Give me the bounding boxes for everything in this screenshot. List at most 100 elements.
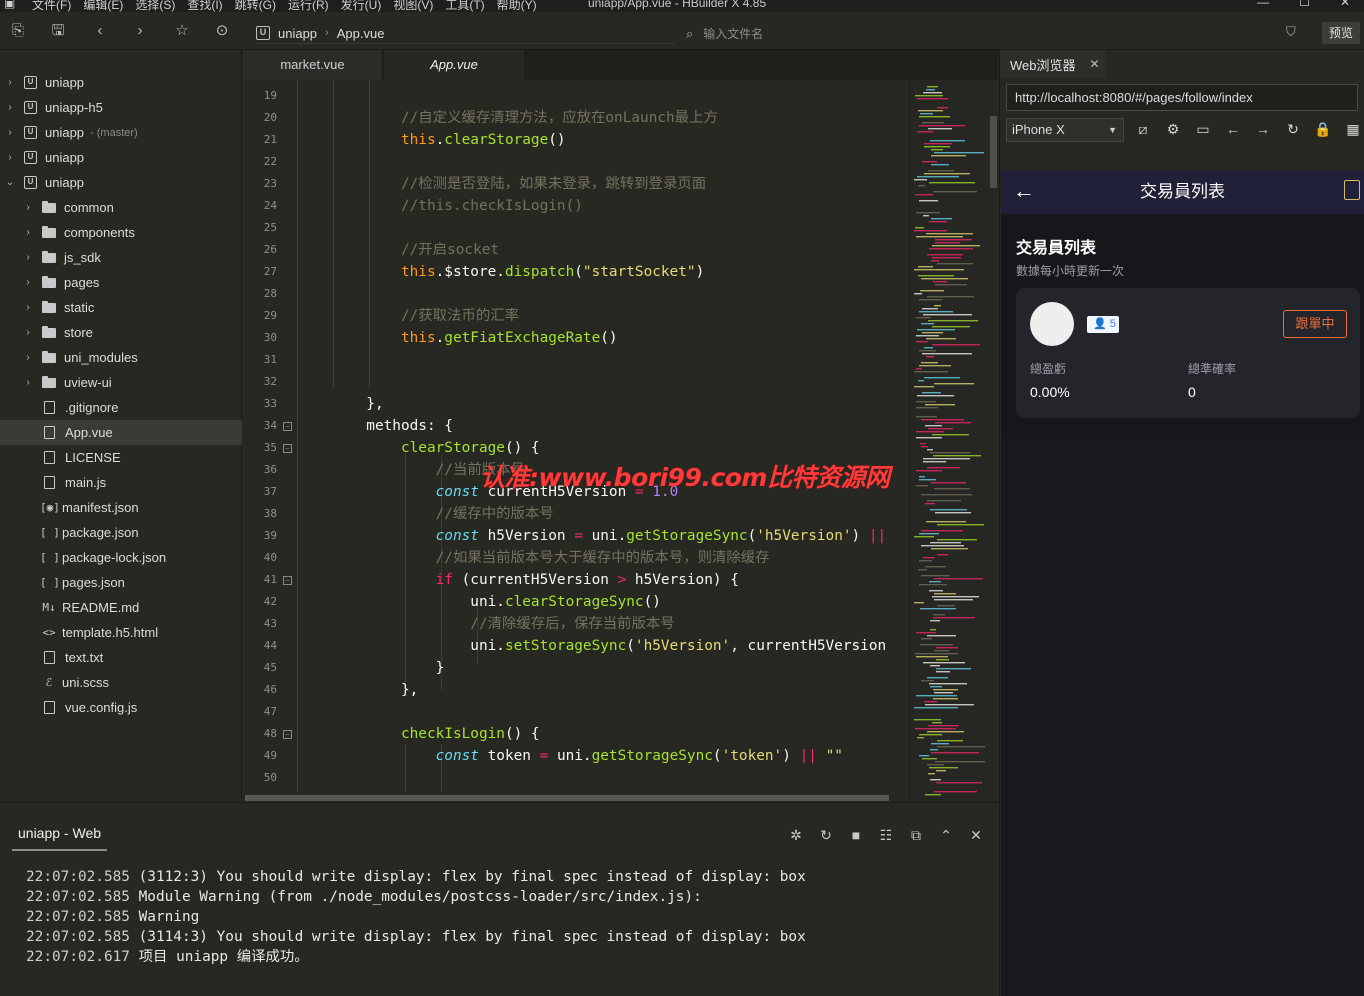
menu-run[interactable]: 运行(R)	[288, 0, 329, 12]
tree-item[interactable]: [◉] manifest.json	[0, 495, 242, 520]
breadcrumb-file[interactable]: App.vue	[337, 26, 385, 41]
chevron-right-icon[interactable]: ›	[22, 302, 34, 313]
close-icon[interactable]: ✕	[1090, 57, 1100, 71]
close-window-icon[interactable]: ✕	[1340, 0, 1350, 9]
chevron-right-icon[interactable]: ›	[22, 227, 34, 238]
tree-item[interactable]: vue.config.js	[0, 695, 242, 720]
console-icon[interactable]: ▭	[1194, 120, 1212, 138]
open-external-icon[interactable]: ⧉	[908, 827, 924, 844]
filter-log-icon[interactable]: ☷	[878, 827, 894, 844]
menu-file[interactable]: 文件(F)	[32, 0, 71, 12]
console-tab[interactable]: uniapp - Web	[12, 825, 108, 851]
collapse-icon[interactable]: ⌃	[938, 827, 954, 844]
tree-item[interactable]: › js_sdk	[0, 245, 242, 270]
chevron-right-icon[interactable]: ›	[4, 152, 16, 163]
star-icon[interactable]: ☆	[172, 21, 192, 41]
menu-goto[interactable]: 跳转(G)	[235, 0, 276, 12]
restart-icon[interactable]: ↻	[818, 827, 834, 844]
trader-card[interactable]: 👤 5 跟單中 總盈虧 總準確率 0.00% 0	[1016, 288, 1360, 418]
tree-item[interactable]: › common	[0, 195, 242, 220]
scrollbar-thumb[interactable]	[990, 116, 997, 188]
tree-item[interactable]: App.vue	[0, 420, 242, 445]
menu-tools[interactable]: 工具(T)	[445, 0, 484, 12]
file-search-input[interactable]	[703, 27, 1004, 41]
tree-item[interactable]: [ ] package-lock.json	[0, 545, 242, 570]
breadcrumb-project[interactable]: uniapp	[278, 26, 317, 41]
minimap-line	[930, 542, 961, 544]
follow-button[interactable]: 跟單中	[1283, 310, 1347, 338]
tab-app-vue[interactable]: App.vue	[384, 50, 524, 80]
minimap[interactable]	[909, 80, 989, 802]
menu-edit[interactable]: 编辑(E)	[83, 0, 123, 12]
tree-item[interactable]: text.txt	[0, 645, 242, 670]
chevron-right-icon[interactable]: ›	[4, 77, 16, 88]
grid-icon[interactable]: ▦	[1344, 120, 1362, 138]
tree-item[interactable]: [ ] pages.json	[0, 570, 242, 595]
forward-icon[interactable]: →	[1254, 120, 1272, 138]
fold-toggle-icon[interactable]: −	[283, 730, 292, 739]
tree-item[interactable]: › static	[0, 295, 242, 320]
chevron-right-icon[interactable]: ›	[4, 127, 16, 138]
stop-icon[interactable]: ■	[848, 827, 864, 844]
tree-item[interactable]: › Uuniapp - (master)	[0, 120, 242, 145]
browser-tab[interactable]: Web浏览器 ✕	[1000, 50, 1106, 78]
run-icon[interactable]: ⊙	[212, 21, 232, 41]
clear-icon[interactable]: ✕	[968, 827, 984, 844]
menu-publish[interactable]: 发行(U)	[341, 0, 382, 12]
chevron-right-icon[interactable]: ›	[22, 377, 34, 388]
url-input[interactable]: http://localhost:8080/#/pages/follow/ind…	[1006, 84, 1358, 111]
tree-item[interactable]: › uni_modules	[0, 345, 242, 370]
tree-item[interactable]: › store	[0, 320, 242, 345]
back-icon[interactable]: ←	[1224, 120, 1242, 138]
tree-item[interactable]: ℰuni.scss	[0, 670, 242, 695]
tree-item[interactable]: › pages	[0, 270, 242, 295]
tree-item[interactable]: › uview-ui	[0, 370, 242, 395]
fold-toggle-icon[interactable]: −	[283, 422, 292, 431]
chevron-right-icon[interactable]: ›	[22, 252, 34, 263]
fold-toggle-icon[interactable]: −	[283, 444, 292, 453]
chevron-right-icon[interactable]: ›	[4, 102, 16, 113]
minimize-icon[interactable]: —	[1257, 0, 1269, 9]
chevron-right-icon[interactable]: ›	[22, 327, 34, 338]
lock-icon[interactable]: 🔒	[1314, 120, 1332, 138]
forward-icon[interactable]: ›	[130, 21, 150, 41]
menu-select[interactable]: 选择(S)	[135, 0, 175, 12]
menu-help[interactable]: 帮助(Y)	[497, 0, 537, 12]
tree-item[interactable]: › Uuniapp	[0, 70, 242, 95]
maximize-icon[interactable]: ☐	[1299, 0, 1310, 9]
scrollbar-thumb[interactable]	[245, 795, 889, 801]
horizontal-scrollbar[interactable]	[243, 792, 909, 802]
menu-view[interactable]: 视图(V)	[393, 0, 433, 12]
device-select[interactable]: iPhone X ▼	[1006, 118, 1124, 142]
tree-item[interactable]: › Uuniapp	[0, 145, 242, 170]
save-icon[interactable]: 🖫	[48, 21, 68, 41]
filter-icon[interactable]: ⛉	[1286, 24, 1296, 40]
code-editor[interactable]: 19 20 21 22 23 24 25 26 27 28 29 30 31 32 33 34−35−36 37…	[243, 80, 909, 792]
chevron-right-icon[interactable]: ›	[22, 277, 34, 288]
tree-item[interactable]: main.js	[0, 470, 242, 495]
fold-toggle-icon[interactable]: −	[283, 576, 292, 585]
tree-item[interactable]: <> template.h5.html	[0, 620, 242, 645]
tree-item[interactable]: › components	[0, 220, 242, 245]
debug-icon[interactable]: ✲	[788, 827, 804, 844]
chevron-down-icon[interactable]: ⌄	[4, 177, 16, 188]
rotate-icon[interactable]: ⧄	[1134, 120, 1152, 138]
settings-icon[interactable]: ⚙	[1164, 120, 1182, 138]
chevron-right-icon[interactable]: ›	[22, 352, 34, 363]
tab-market-vue[interactable]: market.vue	[243, 50, 383, 80]
menu-find[interactable]: 查找(I)	[187, 0, 222, 12]
chevron-right-icon[interactable]: ›	[22, 202, 34, 213]
tree-item[interactable]: › Uuniapp-h5	[0, 95, 242, 120]
refresh-icon[interactable]: ↻	[1284, 120, 1302, 138]
tree-item[interactable]: .gitignore	[0, 395, 242, 420]
tree-item[interactable]: ⌄ Uuniapp	[0, 170, 242, 195]
vertical-scrollbar[interactable]	[989, 80, 998, 802]
tree-item[interactable]: M↓ README.md	[0, 595, 242, 620]
preview-button[interactable]: 预览	[1322, 22, 1360, 44]
tree-item-label: components	[64, 225, 135, 240]
new-file-icon[interactable]: ⎘	[8, 21, 28, 41]
record-icon[interactable]	[1344, 180, 1360, 200]
tree-item[interactable]: [ ] package.json	[0, 520, 242, 545]
tree-item[interactable]: LICENSE	[0, 445, 242, 470]
back-icon[interactable]: ‹	[90, 21, 110, 41]
